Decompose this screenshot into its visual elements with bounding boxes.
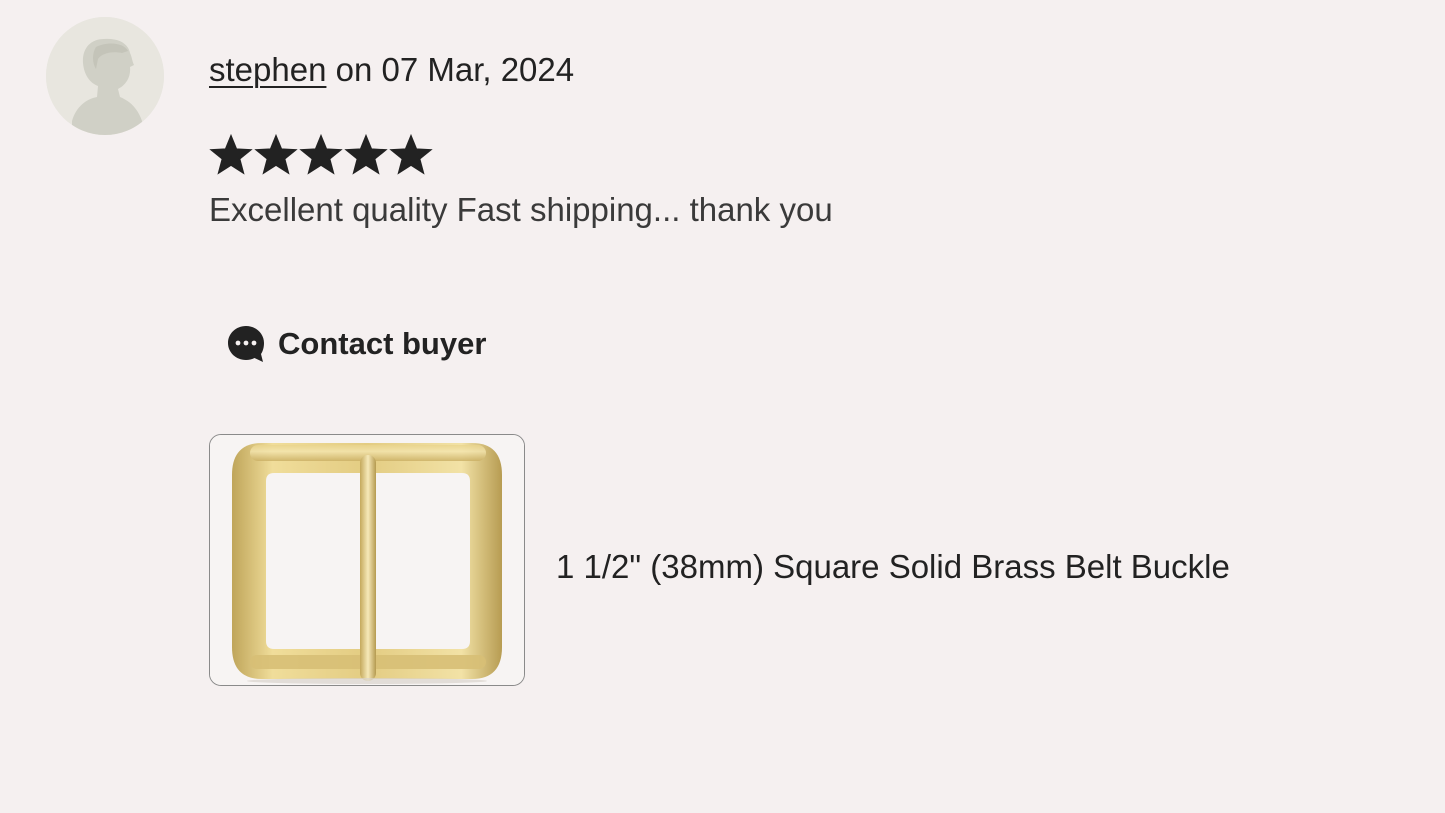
chat-bubble-icon	[226, 324, 266, 364]
contact-buyer-button[interactable]: Contact buyer	[226, 322, 486, 366]
reviewer-name-link[interactable]: stephen	[209, 51, 326, 88]
contact-buyer-label: Contact buyer	[278, 326, 487, 361]
review-byline: stephen on 07 Mar, 2024	[209, 48, 574, 92]
star-filled-icon	[344, 133, 388, 177]
product-thumbnail[interactable]	[209, 434, 525, 686]
star-filled-icon	[254, 133, 298, 177]
belt-buckle-image	[210, 435, 524, 685]
star-filled-icon	[389, 133, 433, 177]
star-filled-icon	[209, 133, 253, 177]
product-title-link[interactable]: 1 1/2" (38mm) Square Solid Brass Belt Bu…	[556, 545, 1230, 589]
review-text: Excellent quality Fast shipping... thank…	[209, 191, 833, 228]
avatar[interactable]	[46, 17, 164, 135]
star-rating	[209, 133, 433, 177]
review-date: on 07 Mar, 2024	[326, 51, 575, 88]
default-avatar-icon	[46, 17, 164, 135]
star-filled-icon	[299, 133, 343, 177]
